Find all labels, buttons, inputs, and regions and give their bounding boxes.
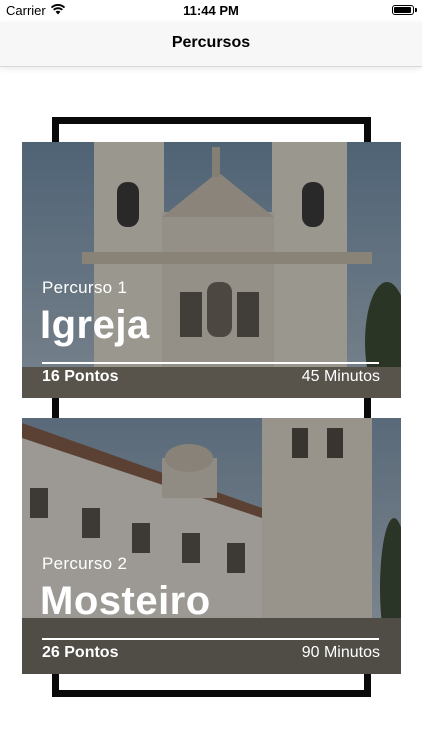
route-number-label: Percurso 2: [42, 554, 128, 573]
card-overlay: [22, 418, 401, 674]
route-number-label: Percurso 1: [42, 278, 128, 297]
route-name: Igreja: [40, 303, 150, 347]
route-card-mosteiro[interactable]: Percurso 2 Mosteiro 26 Pontos 90 Minutos: [22, 418, 401, 674]
route-card-igreja[interactable]: Percurso 1 Igreja 16 Pontos 45 Minutos: [22, 142, 401, 398]
battery-icon: [392, 5, 417, 15]
card-overlay: [22, 142, 401, 398]
route-points: 26 Pontos: [42, 644, 119, 661]
divider: [42, 638, 379, 640]
navigation-bar: Percursos: [0, 22, 422, 67]
status-time: 11:44 PM: [183, 3, 239, 18]
divider: [42, 362, 379, 364]
route-name: Mosteiro: [40, 579, 211, 623]
route-points: 16 Pontos: [42, 368, 119, 385]
route-duration: 45 Minutos: [301, 368, 380, 385]
page-title: Percursos: [171, 34, 251, 51]
route-duration: 90 Minutos: [301, 644, 380, 661]
status-bar: Carrier 11:44 PM: [0, 0, 422, 22]
